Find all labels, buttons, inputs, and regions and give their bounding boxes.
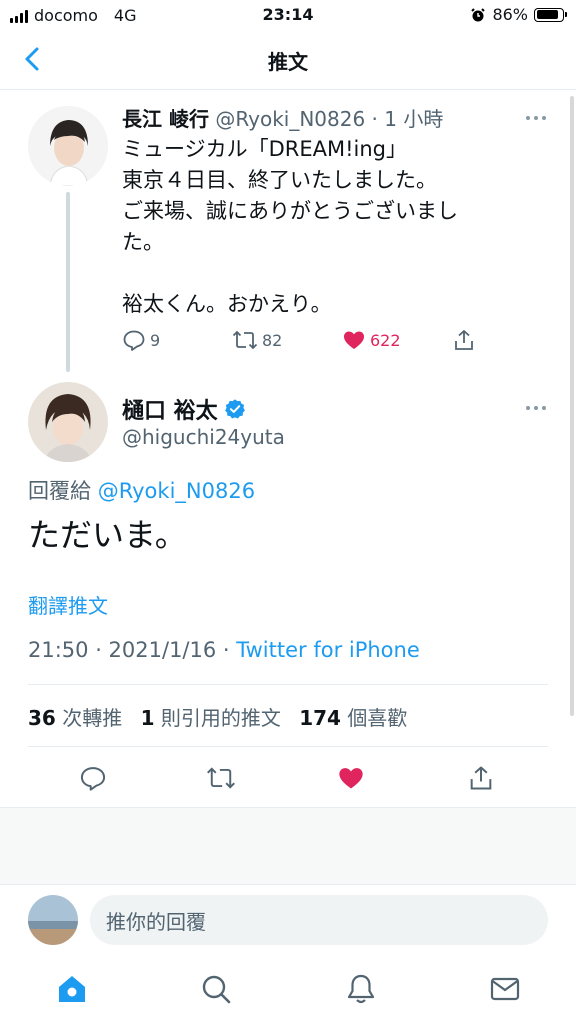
- quotes-stat[interactable]: 1 則引用的推文: [141, 706, 281, 730]
- alarm-icon: [471, 7, 486, 21]
- share-icon[interactable]: [467, 764, 495, 792]
- quotes-count: 1: [140, 706, 155, 730]
- main-author-handle[interactable]: @higuchi24yuta: [122, 425, 285, 449]
- parent-line: 裕太くん。おかえり。: [122, 292, 332, 316]
- translate-link[interactable]: 翻譯推文: [28, 590, 108, 619]
- tweet-timestamp: 21:50 · 2021/1/16 ·: [28, 638, 230, 662]
- avatar-parent[interactable]: [28, 106, 108, 186]
- quotes-label: 則引用的推文: [160, 706, 281, 730]
- my-avatar[interactable]: [28, 895, 78, 945]
- tab-bar: [0, 958, 576, 1024]
- parent-tweet-text: ミュージカル「DREAM!ing」 東京４日目、終了いたしました。 ご来場、誠に…: [122, 134, 522, 320]
- search-icon[interactable]: [199, 972, 233, 1006]
- parent-reply-count: 9: [150, 330, 161, 350]
- parent-author-name[interactable]: 長江 崚行: [122, 107, 209, 131]
- parent-like-count: 622: [370, 330, 401, 350]
- parent-retweet-count: 82: [262, 330, 283, 350]
- divider: [28, 684, 548, 685]
- parent-line: ミュージカル「DREAM!ing」: [122, 137, 407, 161]
- likes-stat[interactable]: 174 個喜歡: [299, 706, 407, 730]
- parent-share-button[interactable]: [452, 328, 476, 352]
- nav-bar: 推文: [0, 32, 576, 90]
- page-title: 推文: [268, 50, 308, 74]
- reply-placeholder: 推你的回覆: [106, 909, 206, 934]
- retweet-icon[interactable]: [206, 764, 236, 792]
- reply-icon: [123, 330, 145, 351]
- more-icon[interactable]: [524, 114, 548, 122]
- reply-to-prefix: 回覆給: [28, 479, 91, 503]
- status-right: 86%: [470, 5, 567, 24]
- tweet-source-link[interactable]: Twitter for iPhone: [236, 638, 420, 662]
- heart-icon[interactable]: [337, 764, 365, 792]
- parent-line: ご来場、誠にありがとうございまし: [122, 199, 458, 223]
- tweet-meta: 21:50 · 2021/1/16 · Twitter for iPhone: [28, 638, 420, 662]
- divider: [28, 746, 548, 747]
- retweet-icon: [232, 330, 258, 350]
- retweets-label: 次轉推: [62, 706, 123, 730]
- retweets-count: 36: [28, 706, 56, 730]
- heart-icon: [344, 331, 364, 349]
- main-author-name[interactable]: 樋口 裕太: [122, 393, 218, 425]
- status-bar: docomo 4G 23:14 86%: [0, 0, 576, 32]
- reply-icon[interactable]: [79, 764, 107, 792]
- battery-percent: 86%: [492, 5, 528, 24]
- mail-icon[interactable]: [488, 972, 522, 1006]
- parent-tweet-header: 長江 崚行 @Ryoki_N0826 · 1 小時: [122, 103, 443, 132]
- likes-label: 個喜歡: [347, 706, 408, 730]
- avatar-main[interactable]: [28, 382, 108, 462]
- retweets-stat[interactable]: 36 次轉推: [28, 706, 122, 730]
- parent-line: た。: [122, 230, 164, 254]
- empty-replies-area: [0, 808, 576, 884]
- parent-reply-button[interactable]: 9: [122, 328, 160, 352]
- share-icon: [455, 330, 473, 350]
- parent-handle-time: @Ryoki_N0826 · 1 小時: [215, 107, 444, 131]
- parent-like-button[interactable]: 622: [342, 328, 401, 352]
- reply-bar: 推你的回覆: [0, 884, 576, 958]
- avatar-parent-image: [28, 106, 108, 186]
- more-icon[interactable]: [524, 404, 548, 412]
- battery-icon: [534, 7, 567, 22]
- verified-icon: [224, 399, 245, 419]
- home-icon[interactable]: [55, 972, 89, 1006]
- bell-icon[interactable]: [344, 972, 378, 1006]
- thread-line: [66, 192, 70, 372]
- battery-fill: [536, 10, 558, 19]
- likes-count: 174: [299, 706, 341, 730]
- parent-line: 東京４日目、終了いたしました。: [122, 168, 437, 192]
- main-tweet-text: ただいま。: [28, 516, 187, 554]
- tweet-stats: 36 次轉推 1 則引用的推文 174 個喜歡: [28, 702, 407, 731]
- parent-retweet-button[interactable]: 82: [232, 328, 282, 352]
- reply-to-handle[interactable]: @Ryoki_N0826: [98, 479, 255, 503]
- reply-input[interactable]: 推你的回覆: [90, 895, 548, 945]
- scrollbar[interactable]: [570, 96, 574, 716]
- reply-to-line: 回覆給 @Ryoki_N0826: [28, 475, 255, 505]
- my-avatar-image: [28, 895, 78, 945]
- main-author: 樋口 裕太: [122, 393, 246, 425]
- avatar-main-image: [28, 382, 108, 462]
